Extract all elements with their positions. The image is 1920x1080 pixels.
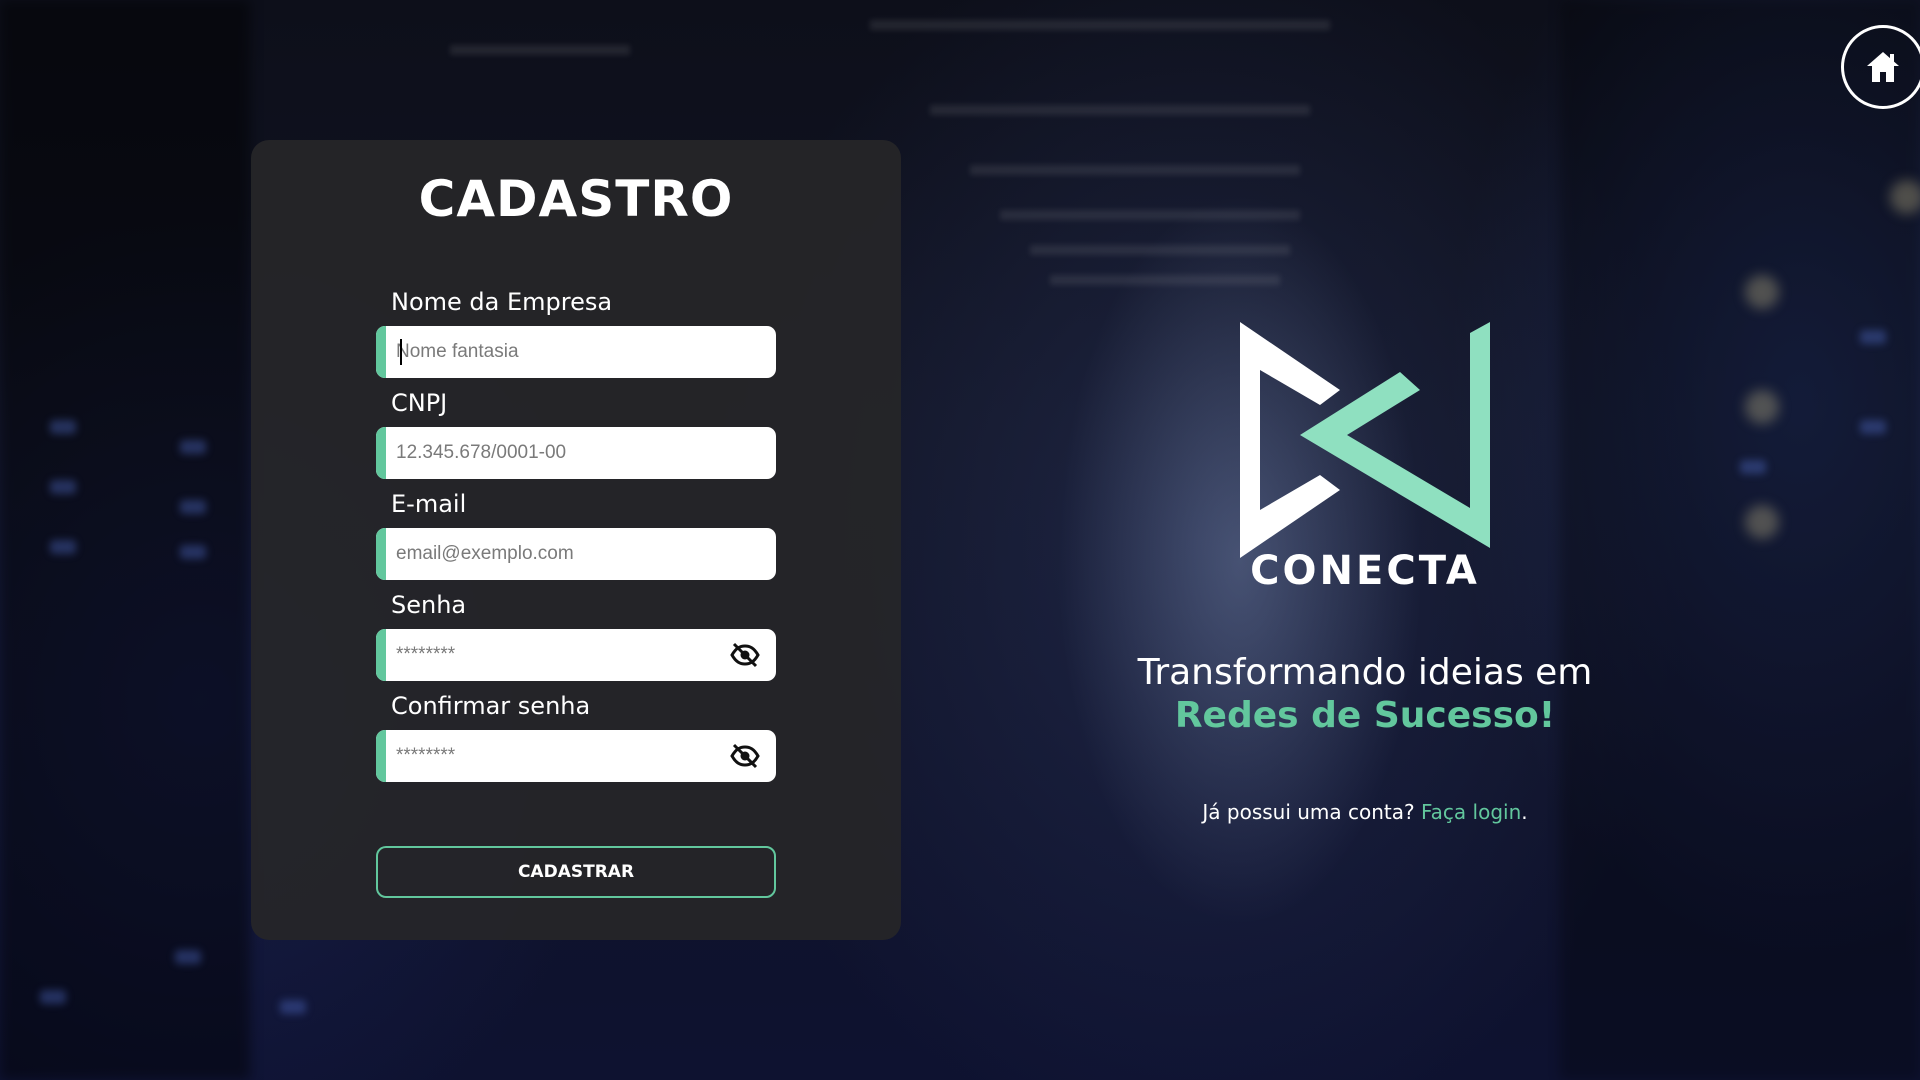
login-prompt-row: Já possui uma conta? Faça login. xyxy=(1040,800,1690,824)
password-field[interactable] xyxy=(376,629,776,681)
submit-button[interactable]: CADASTRAR xyxy=(376,846,776,898)
field-accent-bar xyxy=(376,427,386,479)
page-title: CADASTRO xyxy=(418,170,734,228)
field-accent-bar xyxy=(376,629,386,681)
company-name-field[interactable] xyxy=(376,326,776,378)
email-label: E-mail xyxy=(391,490,467,518)
field-accent-bar xyxy=(376,326,386,378)
cnpj-field[interactable] xyxy=(376,427,776,479)
email-field[interactable] xyxy=(376,528,776,580)
field-accent-bar xyxy=(376,730,386,782)
tagline-line-2: Redes de Sucesso! xyxy=(1174,695,1556,736)
eye-off-icon[interactable] xyxy=(730,742,760,770)
confirm-password-label: Confirmar senha xyxy=(391,692,591,720)
tagline-line-1: Transformando ideias em xyxy=(1137,652,1593,693)
text-cursor xyxy=(400,339,402,365)
email-input[interactable] xyxy=(396,528,726,580)
login-link[interactable]: Faça login xyxy=(1421,800,1521,824)
home-button[interactable] xyxy=(1841,25,1920,109)
brand-name: CONECTA xyxy=(1250,548,1480,594)
home-icon xyxy=(1867,52,1899,82)
cnpj-input[interactable] xyxy=(396,427,726,479)
confirm-password-input[interactable] xyxy=(396,730,726,782)
password-label: Senha xyxy=(391,591,467,619)
password-input[interactable] xyxy=(396,629,726,681)
login-suffix: . xyxy=(1521,800,1528,824)
login-prompt-text: Já possui uma conta? xyxy=(1202,800,1415,824)
cnpj-label: CNPJ xyxy=(391,389,448,417)
eye-off-icon[interactable] xyxy=(730,641,760,669)
company-name-label: Nome da Empresa xyxy=(391,288,613,316)
conecta-logo xyxy=(1240,322,1490,558)
field-accent-bar xyxy=(376,528,386,580)
company-name-input[interactable] xyxy=(396,326,726,378)
confirm-password-field[interactable] xyxy=(376,730,776,782)
